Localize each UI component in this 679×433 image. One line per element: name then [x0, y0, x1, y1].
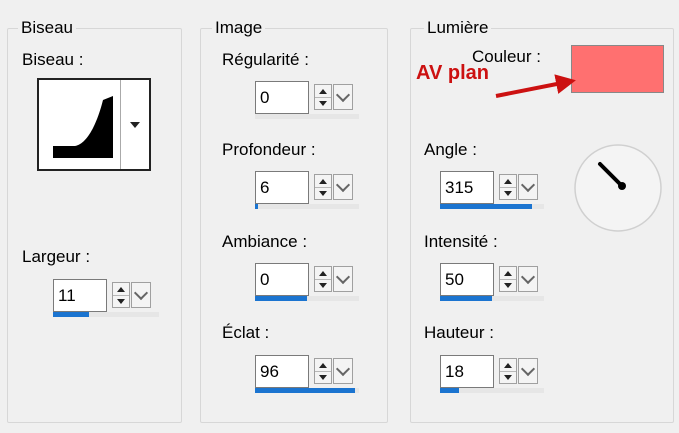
ambiance-presets-button[interactable]	[333, 266, 353, 292]
largeur-spin-buttons[interactable]	[112, 282, 130, 308]
angle-stepper[interactable]: 315	[440, 171, 544, 209]
lumiere-group-title: Lumière	[424, 18, 492, 38]
chevron-down-icon	[335, 361, 351, 376]
profondeur-label: Profondeur :	[222, 140, 316, 159]
ambiance-stepper[interactable]: 0	[255, 263, 359, 301]
chevron-down-icon	[133, 285, 149, 300]
ambiance-label: Ambiance :	[222, 232, 308, 251]
biseau-group-title: Biseau	[18, 18, 76, 38]
eclat-slider[interactable]	[255, 388, 359, 393]
largeur-value: 11	[58, 286, 76, 305]
angle-slider[interactable]	[440, 204, 544, 209]
hauteur-slider[interactable]	[440, 388, 544, 393]
spin-down-icon[interactable]	[315, 187, 331, 199]
regularite-slider[interactable]	[255, 114, 359, 119]
angle-spin-buttons[interactable]	[499, 174, 517, 200]
bevel-dropdown-button[interactable]	[120, 80, 149, 169]
biseau-label: Biseau :	[22, 50, 84, 69]
ambiance-spin-buttons[interactable]	[314, 266, 332, 292]
regularite-value: 0	[260, 88, 270, 107]
ambiance-input[interactable]: 0	[255, 263, 309, 296]
intensite-value: 50	[445, 270, 464, 289]
chevron-down-icon	[130, 121, 140, 128]
spin-down-icon[interactable]	[500, 187, 516, 199]
spin-down-icon[interactable]	[315, 97, 331, 109]
regularite-label: Régularité :	[222, 50, 309, 69]
largeur-input[interactable]: 11	[53, 279, 107, 312]
largeur-slider[interactable]	[53, 312, 159, 317]
eclat-stepper[interactable]: 96	[255, 355, 359, 393]
profondeur-slider[interactable]	[255, 204, 359, 209]
eclat-fill	[255, 388, 355, 393]
profondeur-value: 6	[260, 178, 270, 197]
eclat-value: 96	[260, 362, 279, 381]
spin-down-icon[interactable]	[500, 279, 516, 291]
largeur-label: Largeur :	[22, 247, 91, 266]
ambiance-fill	[255, 296, 307, 301]
eclat-spin-buttons[interactable]	[314, 358, 332, 384]
angle-presets-button[interactable]	[518, 174, 538, 200]
eclat-presets-button[interactable]	[333, 358, 353, 384]
largeur-stepper[interactable]: 11	[53, 279, 159, 317]
intensite-slider[interactable]	[440, 296, 544, 301]
profondeur-fill	[255, 204, 259, 209]
angle-value: 315	[445, 178, 474, 197]
profondeur-presets-button[interactable]	[333, 174, 353, 200]
bevel-shape-icon	[53, 96, 113, 158]
angle-fill	[440, 204, 532, 209]
chevron-down-icon	[520, 177, 536, 192]
spin-down-icon[interactable]	[315, 279, 331, 291]
regularite-input[interactable]: 0	[255, 81, 309, 114]
eclat-label: Éclat :	[222, 323, 270, 342]
largeur-fill	[53, 312, 90, 317]
ambiance-slider[interactable]	[255, 296, 359, 301]
spin-down-icon[interactable]	[315, 371, 331, 383]
regularite-presets-button[interactable]	[333, 84, 353, 110]
profondeur-spin-buttons[interactable]	[314, 174, 332, 200]
regularite-spin-buttons[interactable]	[314, 84, 332, 110]
spin-down-icon[interactable]	[500, 371, 516, 383]
chevron-down-icon	[520, 361, 536, 376]
bevel-selector[interactable]	[37, 78, 151, 171]
intensite-fill	[440, 296, 492, 301]
eclat-input[interactable]: 96	[255, 355, 309, 388]
chevron-down-icon	[335, 177, 351, 192]
intensite-input[interactable]: 50	[440, 263, 494, 296]
largeur-presets-button[interactable]	[131, 282, 151, 308]
angle-label: Angle :	[424, 140, 477, 159]
hauteur-presets-button[interactable]	[518, 358, 538, 384]
ambiance-value: 0	[260, 270, 270, 289]
annotation-text: AV plan	[416, 62, 489, 84]
chevron-down-icon	[335, 269, 351, 284]
hauteur-fill	[440, 388, 459, 393]
intensite-spin-buttons[interactable]	[499, 266, 517, 292]
intensite-label: Intensité :	[424, 232, 498, 251]
intensite-stepper[interactable]: 50	[440, 263, 544, 301]
couleur-swatch[interactable]	[571, 45, 664, 93]
profondeur-stepper[interactable]: 6	[255, 171, 359, 209]
image-group-title: Image	[212, 18, 266, 38]
regularite-stepper[interactable]: 0	[255, 81, 359, 119]
profondeur-input[interactable]: 6	[255, 171, 309, 204]
hauteur-spin-buttons[interactable]	[499, 358, 517, 384]
chevron-down-icon	[335, 87, 351, 102]
hauteur-input[interactable]: 18	[440, 355, 494, 388]
hauteur-value: 18	[445, 362, 464, 381]
angle-input[interactable]: 315	[440, 171, 494, 204]
spin-down-icon[interactable]	[113, 295, 129, 307]
hauteur-stepper[interactable]: 18	[440, 355, 544, 393]
chevron-down-icon	[520, 269, 536, 284]
intensite-presets-button[interactable]	[518, 266, 538, 292]
annotation-arrow-icon	[495, 74, 576, 98]
hauteur-label: Hauteur :	[424, 323, 494, 342]
angle-dial[interactable]	[572, 142, 664, 234]
